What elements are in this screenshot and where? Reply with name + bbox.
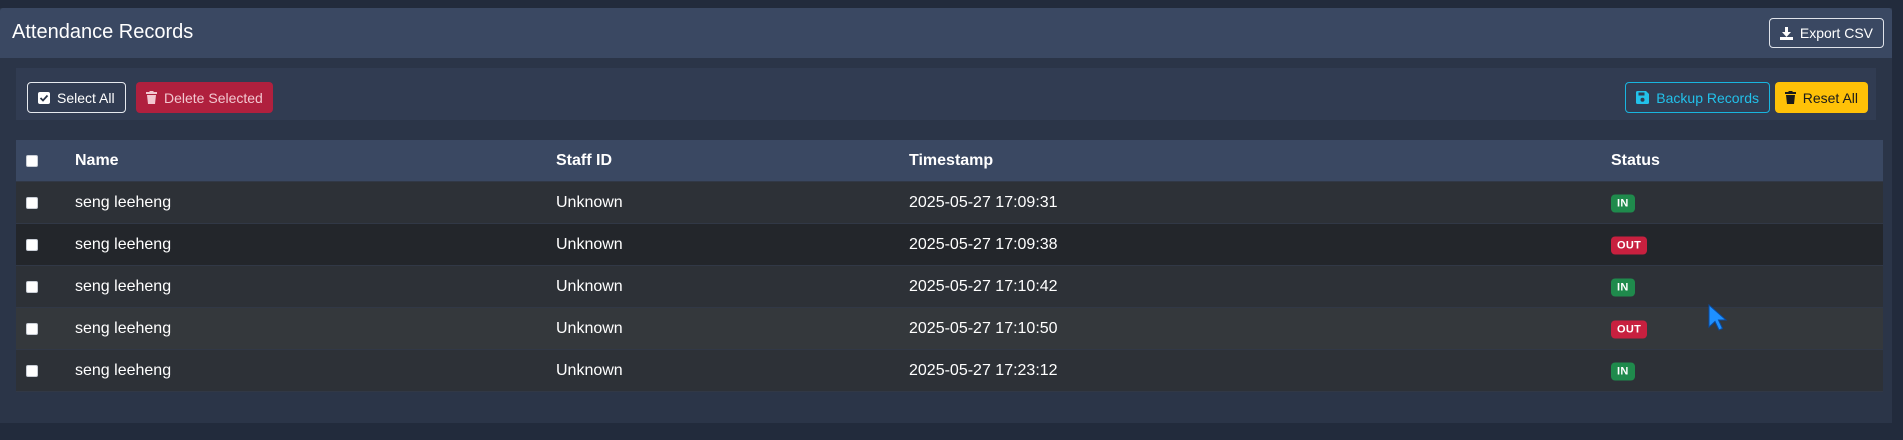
row-checkbox[interactable] [26, 238, 38, 251]
record-name: seng leeheng [75, 319, 172, 337]
status-cell: IN [1611, 193, 1635, 212]
attendance-table: Name Staff ID Timestamp Status seng leeh… [16, 140, 1883, 392]
column-header-staff-id: Staff ID [556, 151, 612, 169]
status-badge: IN [1611, 194, 1635, 212]
floppy-disk-icon [1636, 91, 1650, 104]
card-header: Attendance Records Export CSV [0, 8, 1892, 58]
row-checkbox[interactable] [26, 322, 38, 335]
record-staff-id: Unknown [556, 193, 623, 211]
record-staff-id: Unknown [556, 319, 623, 337]
status-badge: OUT [1611, 236, 1648, 254]
status-cell: IN [1611, 361, 1635, 380]
backup-records-button[interactable]: Backup Records [1625, 82, 1770, 113]
mouse-pointer-icon [1708, 304, 1730, 332]
table-row: seng leeheng Unknown 2025-05-27 17:23:12… [16, 350, 1883, 392]
select-all-checkbox[interactable] [26, 154, 38, 167]
record-name: seng leeheng [75, 277, 172, 295]
status-badge: OUT [1611, 320, 1648, 338]
reset-all-button[interactable]: Reset All [1774, 82, 1868, 113]
column-header-status: Status [1611, 151, 1660, 169]
reset-all-label: Reset All [1802, 89, 1858, 106]
status-badge: IN [1611, 362, 1635, 380]
export-csv-label: Export CSV [1799, 25, 1873, 41]
table-header-row: Name Staff ID Timestamp Status [16, 140, 1883, 182]
record-staff-id: Unknown [556, 277, 623, 295]
actions-toolbar: Select All Delete Selected Backup Record… [16, 68, 1876, 120]
export-csv-button[interactable]: Export CSV [1768, 18, 1884, 48]
status-cell: OUT [1611, 319, 1648, 338]
record-timestamp: 2025-05-27 17:10:42 [909, 277, 1058, 295]
record-staff-id: Unknown [556, 235, 623, 253]
record-timestamp: 2025-05-27 17:09:31 [909, 193, 1058, 211]
row-checkbox[interactable] [26, 196, 38, 209]
record-timestamp: 2025-05-27 17:09:38 [909, 235, 1058, 253]
select-all-label: Select All [57, 89, 115, 106]
record-staff-id: Unknown [556, 361, 623, 379]
status-badge: IN [1611, 278, 1635, 296]
record-name: seng leeheng [75, 193, 172, 211]
row-checkbox[interactable] [26, 364, 38, 377]
record-name: seng leeheng [75, 361, 172, 379]
record-timestamp: 2025-05-27 17:10:50 [909, 319, 1058, 337]
delete-selected-button[interactable]: Delete Selected [136, 82, 273, 113]
backup-records-label: Backup Records [1656, 89, 1759, 106]
download-icon [1779, 26, 1793, 40]
record-timestamp: 2025-05-27 17:23:12 [909, 361, 1058, 379]
page-title: Attendance Records [12, 21, 194, 43]
trash-icon [1784, 91, 1796, 104]
delete-selected-label: Delete Selected [164, 89, 263, 106]
check-square-icon [38, 91, 50, 104]
column-header-timestamp: Timestamp [909, 151, 994, 169]
table-row: seng leeheng Unknown 2025-05-27 17:09:31… [16, 182, 1883, 224]
trash-icon [146, 91, 157, 104]
record-name: seng leeheng [75, 235, 172, 253]
row-checkbox[interactable] [26, 280, 38, 293]
select-all-button[interactable]: Select All [27, 82, 126, 113]
status-cell: OUT [1611, 235, 1648, 254]
column-header-name: Name [75, 151, 119, 169]
status-cell: IN [1611, 277, 1635, 296]
table-row: seng leeheng Unknown 2025-05-27 17:10:50… [16, 308, 1883, 350]
table-row: seng leeheng Unknown 2025-05-27 17:09:38… [16, 224, 1883, 266]
table-row: seng leeheng Unknown 2025-05-27 17:10:42… [16, 266, 1883, 308]
